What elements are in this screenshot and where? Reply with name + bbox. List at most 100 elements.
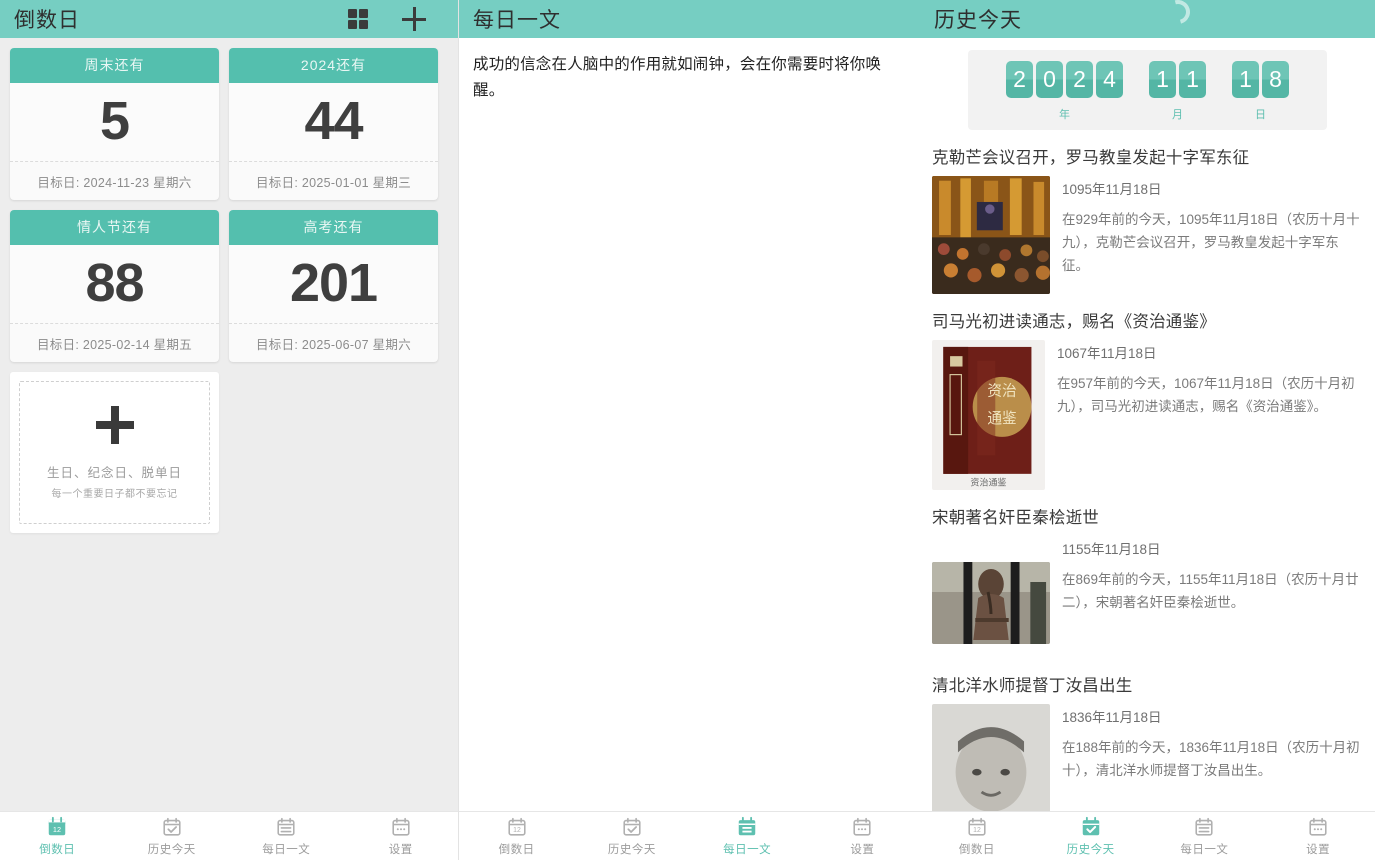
history-event-item[interactable]: 清北洋水师提督丁汝昌出生 1836年11月18日 在188年前的今天，1836年… [920, 650, 1375, 820]
flip-year-label: 年 [1059, 109, 1070, 121]
flip-month-digits: 1 1 [1149, 61, 1206, 98]
countdown-card-days: 201 [289, 253, 378, 313]
tab-daily-article[interactable]: 每日一文 [690, 816, 805, 857]
history-event-item[interactable]: 克勒芒会议召开，罗马教皇发起十字军东征 1095年11月18日 在929年前的今… [920, 136, 1375, 300]
calendar-12-icon: 12 [506, 816, 528, 838]
flip-digit: 2 [1006, 61, 1033, 98]
tab-settings[interactable]: 设置 [1261, 816, 1375, 857]
panel2-header: 每日一文 [459, 0, 920, 38]
countdown-card[interactable]: 周末还有 5 目标日: 2024-11-23 星期六 [10, 48, 219, 200]
grid-icon[interactable] [348, 9, 368, 29]
calendar-check-icon [621, 816, 643, 838]
tab-countdown[interactable]: 12 倒数日 [459, 816, 574, 857]
countdown-card-title: 2024还有 [229, 48, 438, 83]
page-title: 历史今天 [934, 9, 1022, 32]
tab-daily-article[interactable]: 每日一文 [229, 816, 344, 857]
tab-label: 倒数日 [498, 843, 535, 856]
tab-label: 每日一文 [723, 843, 772, 856]
history-event-date: 1155年11月18日 [1062, 542, 1161, 557]
article-text: 成功的信念在人脑中的作用就如闹钟，会在你需要时将你唤醒。 [473, 56, 882, 99]
countdown-card-days: 44 [304, 91, 363, 151]
loading-spinner-icon [1161, 0, 1195, 29]
history-list: 2 0 2 4 年 1 1 月 1 8 日 克勒芒会议召开，罗马教皇发起十字军东… [920, 50, 1375, 820]
svg-text:资治通鉴: 资治通鉴 [970, 476, 1006, 487]
history-event-thumbnail [932, 176, 1050, 294]
tab-history[interactable]: 历史今天 [574, 816, 689, 857]
history-event-item[interactable]: 宋朝著名奸臣秦桧逝世 1155年11月18日 在869年前的今天，1155年11… [920, 496, 1375, 650]
countdown-cards-area: 周末还有 5 目标日: 2024-11-23 星期六 2024还有 44 目标日… [0, 38, 458, 533]
countdown-card[interactable]: 情人节还有 88 目标日: 2025-02-14 星期五 [10, 210, 219, 362]
history-event-row: 资治 通鉴 资治通鉴 1067年11月18日 在957年前的今天，1067年11… [932, 340, 1361, 490]
tab-label: 设置 [1306, 843, 1331, 856]
history-event-meta: 1155年11月18日 在869年前的今天，1155年11月18日（农历十月廿二… [1062, 536, 1361, 644]
panel-countdown: 倒数日 周末还有 5 目标日: 2024-11-23 星期六 2024还有 44… [0, 0, 458, 860]
app-root: 倒数日 周末还有 5 目标日: 2024-11-23 星期六 2024还有 44… [0, 0, 1375, 860]
calendar-12-icon: 12 [966, 816, 988, 838]
panel3-tabbar: 12 倒数日 历史今天 每日一文 设置 [920, 811, 1375, 860]
flip-digit: 2 [1066, 61, 1093, 98]
flip-day-digits: 1 8 [1232, 61, 1289, 98]
panel2-tabbar: 12 倒数日 历史今天 每日一文 设置 [459, 811, 920, 860]
calendar-dots-icon [1307, 816, 1329, 838]
countdown-card-title: 周末还有 [10, 48, 219, 83]
history-event-title: 清北洋水师提督丁汝昌出生 [932, 677, 1133, 695]
countdown-card-title: 高考还有 [229, 210, 438, 245]
svg-text:资治: 资治 [987, 382, 1017, 399]
calendar-check-icon [161, 816, 183, 838]
plus-icon [95, 405, 134, 444]
history-event-date: 1836年11月18日 [1062, 710, 1162, 725]
countdown-card-target: 目标日: 2025-06-07 星期六 [255, 338, 412, 352]
countdown-card[interactable]: 高考还有 201 目标日: 2025-06-07 星期六 [229, 210, 438, 362]
page-title: 倒数日 [14, 9, 80, 32]
history-event-desc: 在869年前的今天，1155年11月18日（农历十月廿二），宋朝著名奸臣秦桧逝世… [1062, 572, 1359, 610]
panel1-header-actions [348, 7, 444, 31]
countdown-card-target: 目标日: 2025-01-01 星期三 [255, 176, 412, 190]
history-event-thumbnail: 资治 通鉴 资治通鉴 [932, 340, 1045, 490]
daily-article-content: 成功的信念在人脑中的作用就如闹钟，会在你需要时将你唤醒。 [459, 38, 920, 104]
svg-text:12: 12 [513, 827, 521, 834]
history-event-meta: 1095年11月18日 在929年前的今天，1095年11月18日（农历十月十九… [1062, 176, 1361, 294]
countdown-card-target: 目标日: 2024-11-23 星期六 [37, 176, 192, 190]
flip-digit: 4 [1096, 61, 1123, 98]
history-event-title: 司马光初进读通志，赐名《资治通鉴》 [932, 313, 1216, 331]
flip-digit: 1 [1149, 61, 1176, 98]
panel1-header: 倒数日 [0, 0, 458, 38]
flip-day-label: 日 [1255, 109, 1266, 121]
tab-countdown[interactable]: 12 倒数日 [920, 816, 1034, 857]
history-event-row: 1155年11月18日 在869年前的今天，1155年11月18日（农历十月廿二… [932, 536, 1361, 644]
countdown-card-days: 5 [99, 91, 130, 151]
svg-text:通鉴: 通鉴 [987, 410, 1017, 427]
panel-history-today: 历史今天 2 0 2 4 年 1 1 月 1 8 日 克勒芒会议召开，罗马教皇发… [920, 0, 1375, 860]
add-countdown-card-inner: 生日、纪念日、脱单日 每一个重要日子都不要忘记 [19, 381, 210, 524]
tab-settings[interactable]: 设置 [805, 816, 920, 857]
history-event-title: 克勒芒会议召开，罗马教皇发起十字军东征 [932, 149, 1250, 167]
panel-daily-article: 每日一文 成功的信念在人脑中的作用就如闹钟，会在你需要时将你唤醒。 12 倒数日… [458, 0, 920, 860]
tab-history[interactable]: 历史今天 [1034, 816, 1148, 857]
tab-daily-article[interactable]: 每日一文 [1148, 816, 1262, 857]
calendar-12-icon: 12 [46, 816, 68, 838]
panel3-header: 历史今天 [920, 0, 1375, 38]
calendar-dots-icon [390, 816, 412, 838]
history-event-desc: 在929年前的今天，1095年11月18日（农历十月十九），克勒芒会议召开，罗马… [1062, 212, 1360, 273]
countdown-card-body: 44 [229, 83, 438, 162]
flip-digit: 0 [1036, 61, 1063, 98]
tab-countdown[interactable]: 12 倒数日 [0, 816, 115, 857]
history-event-row: 1095年11月18日 在929年前的今天，1095年11月18日（农历十月十九… [932, 176, 1361, 294]
plus-icon[interactable] [402, 7, 426, 31]
tab-label: 每日一文 [1180, 843, 1229, 856]
tab-label: 倒数日 [958, 843, 995, 856]
flip-month-group: 1 1 月 [1149, 61, 1206, 122]
tab-history[interactable]: 历史今天 [115, 816, 230, 857]
svg-text:12: 12 [973, 827, 981, 834]
tab-settings[interactable]: 设置 [344, 816, 459, 857]
add-countdown-card[interactable]: 生日、纪念日、脱单日 每一个重要日子都不要忘记 [10, 372, 219, 533]
flip-day-group: 1 8 日 [1232, 61, 1289, 122]
history-event-item[interactable]: 司马光初进读通志，赐名《资治通鉴》 资治 通鉴 资治通鉴 1067年11月18日… [920, 300, 1375, 496]
calendar-lines-icon [275, 816, 297, 838]
tab-label: 设置 [388, 843, 413, 856]
history-event-desc: 在188年前的今天，1836年11月18日（农历十月初十），清北洋水师提督丁汝昌… [1062, 740, 1360, 778]
history-event-title: 宋朝著名奸臣秦桧逝世 [932, 509, 1099, 527]
history-event-meta: 1067年11月18日 在957年前的今天，1067年11月18日（农历十月初九… [1057, 340, 1361, 490]
countdown-card-title: 情人节还有 [10, 210, 219, 245]
countdown-card[interactable]: 2024还有 44 目标日: 2025-01-01 星期三 [229, 48, 438, 200]
